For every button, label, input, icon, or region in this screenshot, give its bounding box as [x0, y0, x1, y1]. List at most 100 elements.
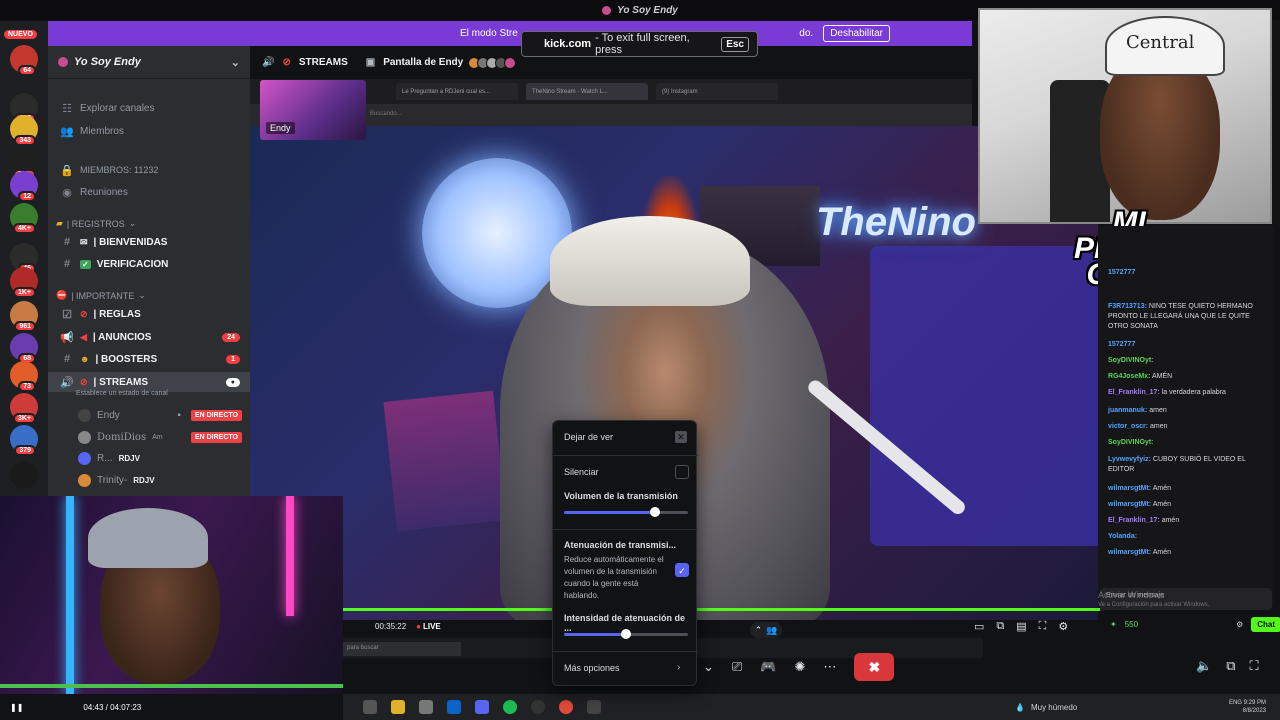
- channel-reglas[interactable]: ☑ ⊘ | REGLAS: [48, 304, 250, 324]
- chat-username[interactable]: victor_oscr:: [1108, 423, 1148, 430]
- voice-user-name: Endy: [97, 409, 120, 421]
- gear-icon[interactable]: ⚙: [1236, 620, 1243, 629]
- server-icon[interactable]: 4K+: [10, 203, 38, 234]
- hangup-button[interactable]: ✖: [854, 653, 895, 681]
- channel-boosters[interactable]: # ☻ | BOOSTERS 1: [48, 349, 250, 369]
- chat-username[interactable]: juanmanuk:: [1108, 407, 1147, 414]
- channel-verificacion[interactable]: # ✓ VERIFICACION: [48, 254, 250, 274]
- participants-toggle[interactable]: ⌃ 👥: [750, 622, 782, 638]
- soundboard-icon[interactable]: ✺: [795, 659, 806, 675]
- clip-icon[interactable]: ▤: [1016, 620, 1026, 633]
- new-badge: NUEVO: [4, 30, 37, 39]
- chat-username[interactable]: wilmarsgtMt:: [1108, 501, 1151, 508]
- server-icon[interactable]: 1K+: [10, 267, 38, 298]
- member-count-channel[interactable]: 🔒 MIEMBROS: 11232: [48, 160, 250, 180]
- obs-icon[interactable]: [531, 700, 545, 714]
- server-icon[interactable]: 3K+: [10, 393, 38, 424]
- channel-anuncios[interactable]: 📢 ◀ | ANUNCIOS 24: [48, 327, 250, 347]
- taskview-icon[interactable]: [363, 700, 377, 714]
- volume-slider-knob[interactable]: [649, 507, 660, 517]
- theater-icon[interactable]: ▭: [974, 620, 984, 633]
- server-icon[interactable]: [10, 461, 38, 489]
- media-progress[interactable]: [0, 684, 343, 688]
- chat-bubble-icon[interactable]: ●: [225, 377, 240, 387]
- app-icon[interactable]: [587, 700, 601, 714]
- voice-user-r[interactable]: R... RDJV: [48, 448, 250, 468]
- chat-username[interactable]: SoyDIVINOyt:: [1108, 357, 1154, 364]
- members-link[interactable]: 👥 Miembros: [48, 121, 250, 141]
- explore-channels-link[interactable]: ☷ Explorar canales: [48, 98, 250, 118]
- disable-button[interactable]: Deshabilitar: [823, 25, 890, 42]
- mention-badge: 379: [14, 445, 36, 456]
- popout-icon[interactable]: ⧉: [1226, 658, 1235, 674]
- settings-icon[interactable]: ⚙: [1058, 620, 1068, 633]
- chat-username[interactable]: SoyDIVINOyt:: [1108, 439, 1154, 446]
- intensity-slider-knob[interactable]: [621, 629, 631, 639]
- folder-icon: ▰: [56, 218, 63, 228]
- channel-streams[interactable]: 🔊 ⊘ | STREAMS ●: [48, 372, 250, 392]
- chat-username[interactable]: Lyvwevyfyiz:: [1108, 456, 1151, 463]
- attenuation-checkbox[interactable]: ✓: [675, 563, 689, 577]
- channel-bienvenidas[interactable]: # ✉ | BIENVENIDAS: [48, 232, 250, 252]
- chat-username[interactable]: El_Franklin_17:: [1108, 517, 1160, 524]
- browser-tab[interactable]: Le Preguntan a RDJeni cual es...: [396, 83, 518, 100]
- server-header[interactable]: Yo Soy Endy ⌄: [48, 46, 250, 79]
- voice-user-trinity[interactable]: Trinity- RDJV: [48, 470, 250, 490]
- voice-user-endy[interactable]: Endy ▪ EN DIRECTO: [48, 405, 250, 425]
- more-icon[interactable]: ⋯: [823, 659, 836, 675]
- intensity-slider[interactable]: [564, 629, 688, 639]
- meetings-channel[interactable]: ◉ Reuniones: [48, 182, 250, 202]
- screen-share-icon[interactable]: ⎚: [732, 659, 742, 675]
- chevron-down-icon[interactable]: ⌄: [703, 659, 714, 675]
- fullscreen-icon[interactable]: ⛶: [1039, 620, 1047, 633]
- server-icon[interactable]: 68: [10, 333, 38, 364]
- category-registros[interactable]: ▰ | REGISTROS ⌄: [56, 218, 136, 229]
- system-clock[interactable]: ENG 9:29 PM 8/8/2023: [1229, 699, 1266, 715]
- server-icon[interactable]: 379: [10, 425, 38, 456]
- chat-username[interactable]: wilmarsgtMt:: [1108, 485, 1151, 492]
- server-icon[interactable]: 73: [10, 361, 38, 392]
- player-progress[interactable]: [343, 608, 1100, 611]
- mini-webcam[interactable]: Endy: [260, 80, 366, 140]
- stop-watching-icon[interactable]: ✕: [675, 431, 687, 443]
- volume-slider[interactable]: [564, 507, 688, 517]
- pip-icon[interactable]: ⧉: [996, 620, 1004, 633]
- activity-icon[interactable]: 🎮: [760, 659, 776, 675]
- folder-icon[interactable]: [391, 700, 405, 714]
- browser-tab[interactable]: (9) Instagram: [656, 83, 778, 100]
- chat-username[interactable]: Yolanda:: [1108, 533, 1137, 540]
- chat-username[interactable]: El_Franklin_17:: [1108, 389, 1160, 396]
- volume-icon[interactable]: 🔈: [1196, 658, 1212, 674]
- server-icon[interactable]: 12: [10, 171, 38, 202]
- fullscreen-icon[interactable]: ⛶: [1249, 658, 1258, 674]
- server-icon[interactable]: 343: [10, 115, 38, 146]
- pause-icon[interactable]: ❚❚: [10, 703, 23, 712]
- chat-username[interactable]: 1572777: [1108, 341, 1135, 348]
- stop-watching-item[interactable]: Dejar de ver: [564, 432, 689, 442]
- chrome-icon[interactable]: [559, 700, 573, 714]
- points-value[interactable]: 550: [1125, 620, 1138, 629]
- chat-username[interactable]: RG4JoseMx:: [1108, 373, 1150, 380]
- channel-status-hint[interactable]: Establece un estado de canal: [76, 390, 168, 397]
- spotify-icon[interactable]: [503, 700, 517, 714]
- voice-user-domidios[interactable]: DomiDios Am EN DIRECTO: [48, 427, 250, 447]
- browser-tab[interactable]: TheNino Stream - Watch L...: [526, 83, 648, 100]
- store-icon[interactable]: [419, 700, 433, 714]
- weather-widget[interactable]: 💧 Muy húmedo: [1015, 703, 1077, 712]
- chat-username[interactable]: 1572777: [1108, 269, 1135, 276]
- mention-badge: 1K+: [12, 287, 36, 298]
- members-icon: 👥: [60, 125, 74, 138]
- server-icon[interactable]: 961: [10, 301, 38, 332]
- mute-checkbox[interactable]: [675, 465, 689, 479]
- chat-username[interactable]: F3R713713:: [1108, 303, 1147, 310]
- discord-icon[interactable]: [475, 700, 489, 714]
- chat-username[interactable]: wilmarsgtMt:: [1108, 549, 1151, 556]
- more-options-item[interactable]: Más opciones: [564, 663, 689, 673]
- outlook-icon[interactable]: [447, 700, 461, 714]
- mute-item[interactable]: Silenciar: [564, 467, 689, 477]
- chat-send-button[interactable]: Chat: [1251, 616, 1280, 632]
- server-icon[interactable]: 64: [10, 45, 38, 76]
- participant-avatars[interactable]: [468, 56, 517, 69]
- category-importante[interactable]: ⛔ | IMPORTANTE ⌄: [56, 290, 146, 301]
- weather-label: Muy húmedo: [1030, 702, 1078, 712]
